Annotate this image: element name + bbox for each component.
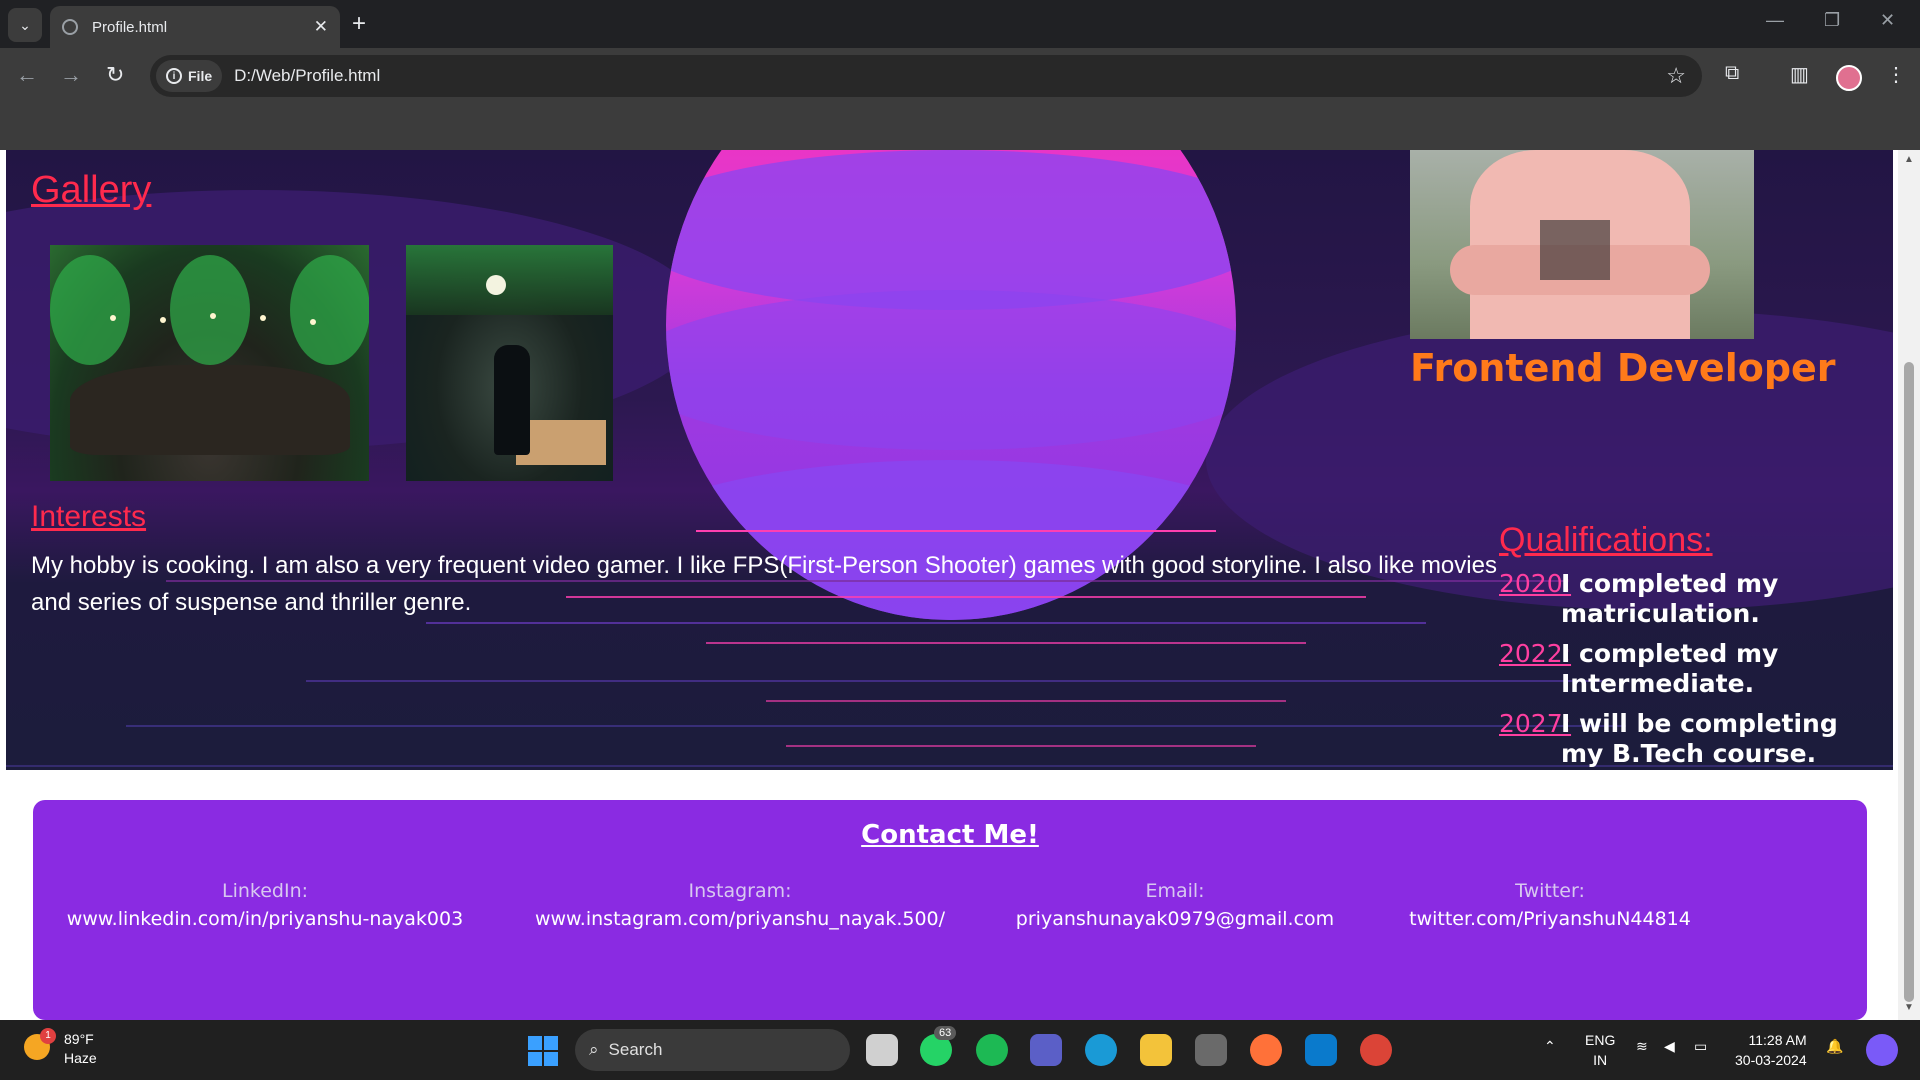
site-info-chip[interactable]: i File <box>156 60 223 92</box>
tab-close-icon[interactable]: ✕ <box>314 17 328 37</box>
notification-bell-icon[interactable]: 🔔 <box>1826 1038 1843 1055</box>
gallery-photo-group <box>50 245 369 481</box>
qualification-text: I completed my Intermediate. <box>1561 639 1779 698</box>
qualification-text: I will be completing my B.Tech course. <box>1561 709 1838 768</box>
contact-label: Twitter: <box>1515 880 1585 902</box>
hero-background: Gallery Frontend Developer Interests My … <box>6 150 1893 770</box>
page-scrollbar[interactable]: ▲ ▼ <box>1898 150 1920 1020</box>
whatsapp-badge: 63 <box>934 1026 957 1040</box>
file-explorer-icon[interactable] <box>1140 1034 1172 1066</box>
globe-icon <box>62 19 78 35</box>
close-window-icon[interactable]: ✕ <box>1880 10 1895 31</box>
contact-title: Contact Me! <box>861 820 1039 850</box>
contact-twitter: Twitter: twitter.com/PriyanshuN44814 <box>1400 877 1700 933</box>
edge-icon[interactable] <box>1085 1034 1117 1066</box>
weather-temp: 89°F <box>64 1031 94 1047</box>
scroll-down-icon[interactable]: ▼ <box>1904 1002 1914 1013</box>
url-text[interactable]: D:/Web/Profile.html <box>234 66 1666 86</box>
qualification-item: 2022: I completed my Intermediate. <box>1499 639 1859 698</box>
forward-icon[interactable]: → <box>60 62 82 88</box>
teams-icon[interactable] <box>1030 1034 1062 1066</box>
info-icon: i <box>166 68 182 84</box>
spotify-icon[interactable] <box>976 1034 1008 1066</box>
browser-tab[interactable]: Profile.html ✕ <box>50 6 340 48</box>
taskbar-search[interactable]: ⌕ Search <box>575 1029 850 1071</box>
extensions-icon[interactable]: ⧉ <box>1725 62 1739 85</box>
copilot-icon[interactable] <box>1866 1034 1898 1066</box>
photo-lamp <box>486 275 506 295</box>
site-info-label: File <box>188 68 213 84</box>
scrollbar-thumb[interactable] <box>1904 362 1914 1002</box>
contact-value[interactable]: www.instagram.com/priyanshu_nayak.500/ <box>530 905 950 933</box>
clock[interactable]: 11:28 AM 30-03-2024 <box>1735 1030 1807 1070</box>
menu-kebab-icon[interactable]: ⋮ <box>1886 62 1906 87</box>
sun-wave <box>666 290 1236 450</box>
qualification-text: I completed my matriculation. <box>1561 569 1779 628</box>
browser-toolbar: ← → ↻ i File D:/Web/Profile.html ☆ ⧉ ▥ ⋮ <box>0 48 1920 102</box>
search-placeholder: Search <box>608 1040 663 1059</box>
scroll-up-icon[interactable]: ▲ <box>1904 154 1914 165</box>
photo-tree <box>406 245 613 315</box>
photo-tree <box>170 255 250 365</box>
profile-photo <box>1410 150 1754 339</box>
role-heading: Frontend Developer <box>1410 346 1836 390</box>
contact-email: Email: priyanshunayak0979@gmail.com <box>1010 877 1340 933</box>
gallery-photo-solo <box>406 245 613 481</box>
tray-chevron-icon[interactable]: ⌃ <box>1544 1038 1556 1055</box>
task-view-icon[interactable] <box>866 1034 898 1066</box>
contact-label: Instagram: <box>688 880 792 902</box>
photo-crowd <box>70 365 350 455</box>
firefox-icon[interactable] <box>1250 1034 1282 1066</box>
interests-text: My hobby is cooking. I am also a very fr… <box>31 552 1497 616</box>
sun-wave <box>666 150 1236 310</box>
app-icon[interactable] <box>1195 1034 1227 1066</box>
profile-avatar-icon[interactable] <box>1836 65 1862 91</box>
search-icon: ⌕ <box>589 1040 599 1059</box>
language-line2: IN <box>1593 1052 1608 1068</box>
weather-desc: Haze <box>64 1050 97 1066</box>
language-line1: ENG <box>1585 1032 1616 1048</box>
clock-date: 30-03-2024 <box>1735 1052 1807 1068</box>
chrome-icon[interactable] <box>1360 1034 1392 1066</box>
new-tab-button[interactable]: + <box>352 10 366 38</box>
tab-title: Profile.html <box>92 18 168 36</box>
contact-value[interactable]: www.linkedin.com/in/priyanshu-nayak003 <box>60 905 470 933</box>
photo-tree <box>50 255 130 365</box>
clock-time: 11:28 AM <box>1748 1032 1807 1048</box>
qualifications-title: Qualifications: <box>1499 521 1713 559</box>
vscode-icon[interactable] <box>1305 1034 1337 1066</box>
photo-person <box>494 345 530 455</box>
tab-list-button[interactable]: ⌄ <box>8 8 42 42</box>
wifi-icon[interactable]: ≋ <box>1636 1038 1648 1055</box>
contact-instagram: Instagram: www.instagram.com/priyanshu_n… <box>530 877 950 933</box>
battery-icon[interactable]: ▭ <box>1694 1038 1707 1055</box>
reload-icon[interactable]: ↻ <box>106 62 124 88</box>
qualification-item: 2020: I completed my matriculation. <box>1499 569 1859 628</box>
weather-widget[interactable]: 1 89°F Haze <box>24 1028 97 1068</box>
contact-label: Email: <box>1145 880 1205 902</box>
bookmark-star-icon[interactable]: ☆ <box>1666 63 1686 89</box>
contact-label: LinkedIn: <box>221 880 309 902</box>
photo-tree <box>290 255 369 365</box>
minimize-icon[interactable]: — <box>1766 10 1784 31</box>
page-viewport: Gallery Frontend Developer Interests My … <box>0 150 1920 1020</box>
bookmark-bar <box>0 102 1920 150</box>
gallery-title: Gallery <box>31 169 152 211</box>
browser-tabbar: ⌄ Profile.html ✕ + — ❐ ✕ <box>0 0 1920 48</box>
contact-value[interactable]: twitter.com/PriyanshuN44814 <box>1400 905 1700 933</box>
address-bar[interactable]: i File D:/Web/Profile.html ☆ <box>150 55 1702 97</box>
contact-linkedin: LinkedIn: www.linkedin.com/in/priyanshu-… <box>60 877 470 933</box>
volume-icon[interactable]: ◀ <box>1664 1038 1675 1055</box>
windows-taskbar: 1 89°F Haze ⌕ Search 63 ⌃ ENG IN ≋ ◀ ▭ 1… <box>0 1020 1920 1080</box>
start-button[interactable] <box>528 1036 558 1066</box>
back-icon[interactable]: ← <box>16 62 38 88</box>
qualification-item: 2027: I will be completing my B.Tech cou… <box>1499 709 1859 768</box>
contact-value[interactable]: priyanshunayak0979@gmail.com <box>1010 905 1340 933</box>
side-panel-icon[interactable]: ▥ <box>1790 62 1809 87</box>
weather-badge: 1 <box>40 1028 56 1044</box>
restore-icon[interactable]: ❐ <box>1824 10 1840 31</box>
language-indicator[interactable]: ENG IN <box>1585 1030 1615 1070</box>
interests-title: Interests <box>31 500 147 533</box>
